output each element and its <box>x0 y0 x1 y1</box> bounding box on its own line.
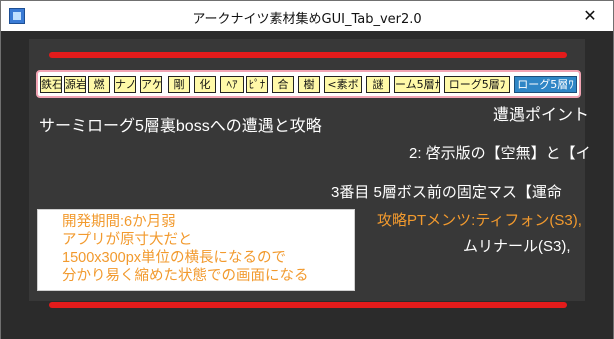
client-area: 鉄石 源岩 燃 ナノ アケ 剛 化 ﾍｱ ﾋﾟﾅ 合 樹 <素ボ 謎 ーム5層ﾅ… <box>1 31 613 339</box>
note-line: 開発期間:6か月弱 <box>62 214 176 230</box>
tab-11[interactable]: <素ボ <box>324 76 362 93</box>
tab-5[interactable]: 剛 <box>168 76 190 93</box>
note-line: 分かり易く縮めた状態での画面になる <box>62 268 309 284</box>
top-red-bar <box>49 52 567 58</box>
tab-8[interactable]: ﾋﾟﾅ <box>246 76 268 93</box>
tab-12[interactable]: 謎 <box>366 76 390 93</box>
tab-13[interactable]: ーム5層ﾅ <box>394 76 440 93</box>
bottom-red-bar <box>49 302 567 308</box>
close-button[interactable]: ✕ <box>567 1 613 31</box>
note-line: アプリが原寸大だと <box>62 232 193 248</box>
title-bar[interactable]: アークナイツ素材集めGUI_Tab_ver2.0 ✕ <box>1 1 613 31</box>
tab-7[interactable]: ﾍｱ <box>220 76 244 93</box>
party-members-line-2: ムリナール(S3), <box>463 238 571 255</box>
tab-4[interactable]: アケ <box>140 76 162 93</box>
app-window: アークナイツ素材集めGUI_Tab_ver2.0 ✕ 鉄石 源岩 燃 ナノ アケ… <box>0 0 614 339</box>
tab-strip: 鉄石 源岩 燃 ナノ アケ 剛 化 ﾍｱ ﾋﾟﾅ 合 樹 <素ボ 謎 ーム5層ﾅ… <box>36 70 581 98</box>
content-line-2: 2: 啓示版の【空無】と【イ <box>409 145 591 162</box>
tab-3[interactable]: ナノ <box>114 76 136 93</box>
tab-0[interactable]: 鉄石 <box>40 76 62 93</box>
note-line: 1500x300px単位の横長になるので <box>62 250 287 266</box>
window-title: アークナイツ素材集めGUI_Tab_ver2.0 <box>192 12 422 27</box>
tab-10[interactable]: 樹 <box>298 76 320 93</box>
encounter-point-label: 遭遇ポイント <box>493 107 590 124</box>
content-line-3: 3番目 5層ボス前の固定マス【運命 <box>331 184 562 201</box>
content-heading: サーミローグ5層裏bossへの遭遇と攻略 <box>39 118 322 135</box>
party-members-line: 攻略PTメンツ:ティフォン(S3), <box>377 212 582 229</box>
tab-6[interactable]: 化 <box>194 76 216 93</box>
tab-15-active[interactable]: ローグ5層ﾜ <box>514 76 577 93</box>
caption-note-box: 開発期間:6か月弱 アプリが原寸大だと 1500x300px単位の横長になるので… <box>37 209 355 291</box>
tab-1[interactable]: 源岩 <box>64 76 86 93</box>
tab-9[interactable]: 合 <box>272 76 294 93</box>
tab-2[interactable]: 燃 <box>88 76 110 93</box>
tab-14[interactable]: ローグ5層ﾌ <box>444 76 510 93</box>
